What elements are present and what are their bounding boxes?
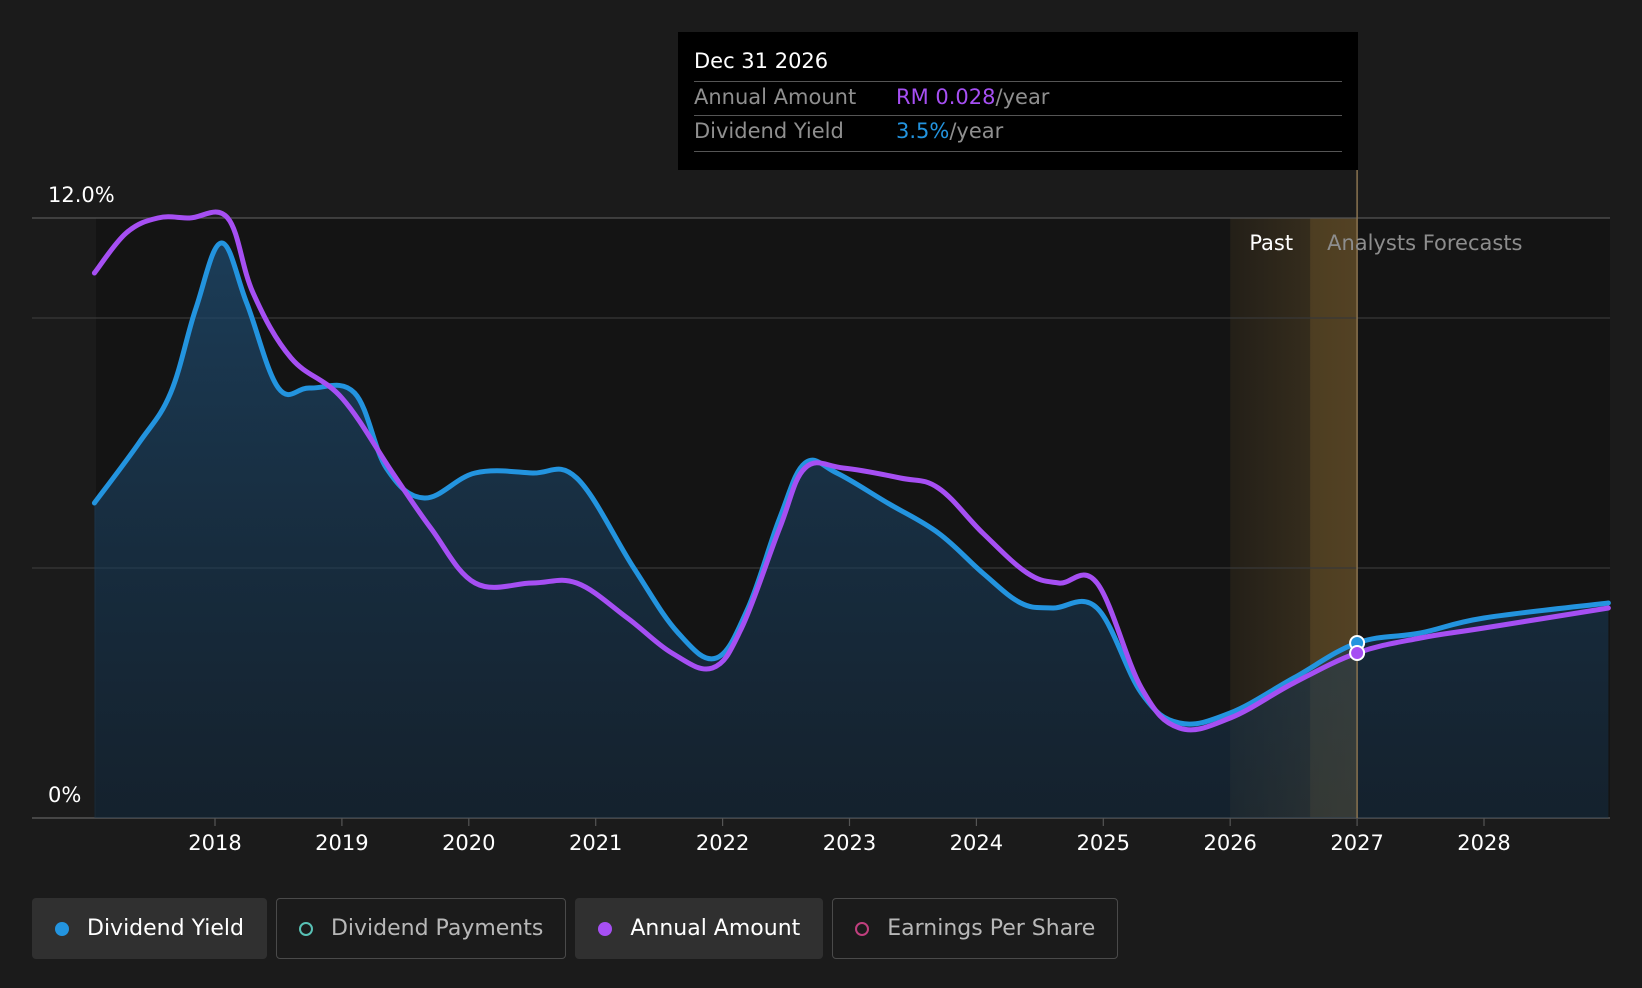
x-tick-label: 2024 <box>950 831 1003 855</box>
legend-label: Earnings Per Share <box>887 916 1096 941</box>
tooltip-suffix: /year <box>949 119 1004 143</box>
tooltip-suffix: /year <box>995 85 1050 109</box>
tooltip-value: RM 0.028 <box>896 85 996 109</box>
tooltip-divider <box>694 81 1342 82</box>
y-tick-label: 0% <box>48 783 81 807</box>
hollow-circle-icon <box>298 921 313 936</box>
x-tick-label: 2025 <box>1077 831 1130 855</box>
x-tick-label: 2019 <box>315 831 368 855</box>
tooltip-date: Dec 31 2026 <box>694 49 829 73</box>
x-tick-label: 2023 <box>823 831 876 855</box>
tooltip-row-annual-amount: Annual Amount RM 0.028/year <box>694 85 1049 109</box>
x-tick-label: 2028 <box>1457 831 1510 855</box>
tooltip-divider <box>694 115 1342 116</box>
tooltip: Dec 31 2026 Annual Amount RM 0.028/year D… <box>678 32 1358 170</box>
legend-dividend-yield[interactable]: Dividend Yield <box>32 898 267 959</box>
filled-circle-icon <box>598 921 613 936</box>
legend-label: Annual Amount <box>630 916 801 941</box>
x-tick-label: 2027 <box>1330 831 1383 855</box>
legend-label: Dividend Yield <box>87 916 244 941</box>
legend-annual-amount[interactable]: Annual Amount <box>575 898 824 959</box>
tooltip-row-dividend-yield: Dividend Yield 3.5%/year <box>694 119 1003 143</box>
x-tick-label: 2020 <box>442 831 495 855</box>
tooltip-divider <box>694 151 1342 152</box>
x-tick-label: 2026 <box>1203 831 1256 855</box>
x-tick-label: 2018 <box>188 831 241 855</box>
hollow-circle-icon <box>855 921 870 936</box>
legend-dividend-payments[interactable]: Dividend Payments <box>275 898 567 959</box>
legend: Dividend Yield Dividend Payments Annual … <box>32 898 1119 961</box>
legend-label: Dividend Payments <box>330 916 544 941</box>
dividend-chart-page: 2018 2019 2020 2021 2022 2023 2024 2025 2026 2027… <box>0 0 1642 988</box>
legend-earnings-per-share[interactable]: Earnings Per Share <box>832 898 1119 959</box>
x-tick-label: 2021 <box>569 831 622 855</box>
tooltip-label: Annual Amount <box>694 85 857 109</box>
past-label: Past <box>1249 231 1293 255</box>
annual-amount-marker <box>1349 645 1366 661</box>
tooltip-value: 3.5% <box>896 119 950 143</box>
filled-circle-icon <box>55 921 69 936</box>
tooltip-label: Dividend Yield <box>694 119 844 143</box>
x-tick-label: 2022 <box>696 831 749 855</box>
y-tick-label: 12.0% <box>48 183 115 207</box>
forecast-label: Analysts Forecasts <box>1327 231 1522 255</box>
